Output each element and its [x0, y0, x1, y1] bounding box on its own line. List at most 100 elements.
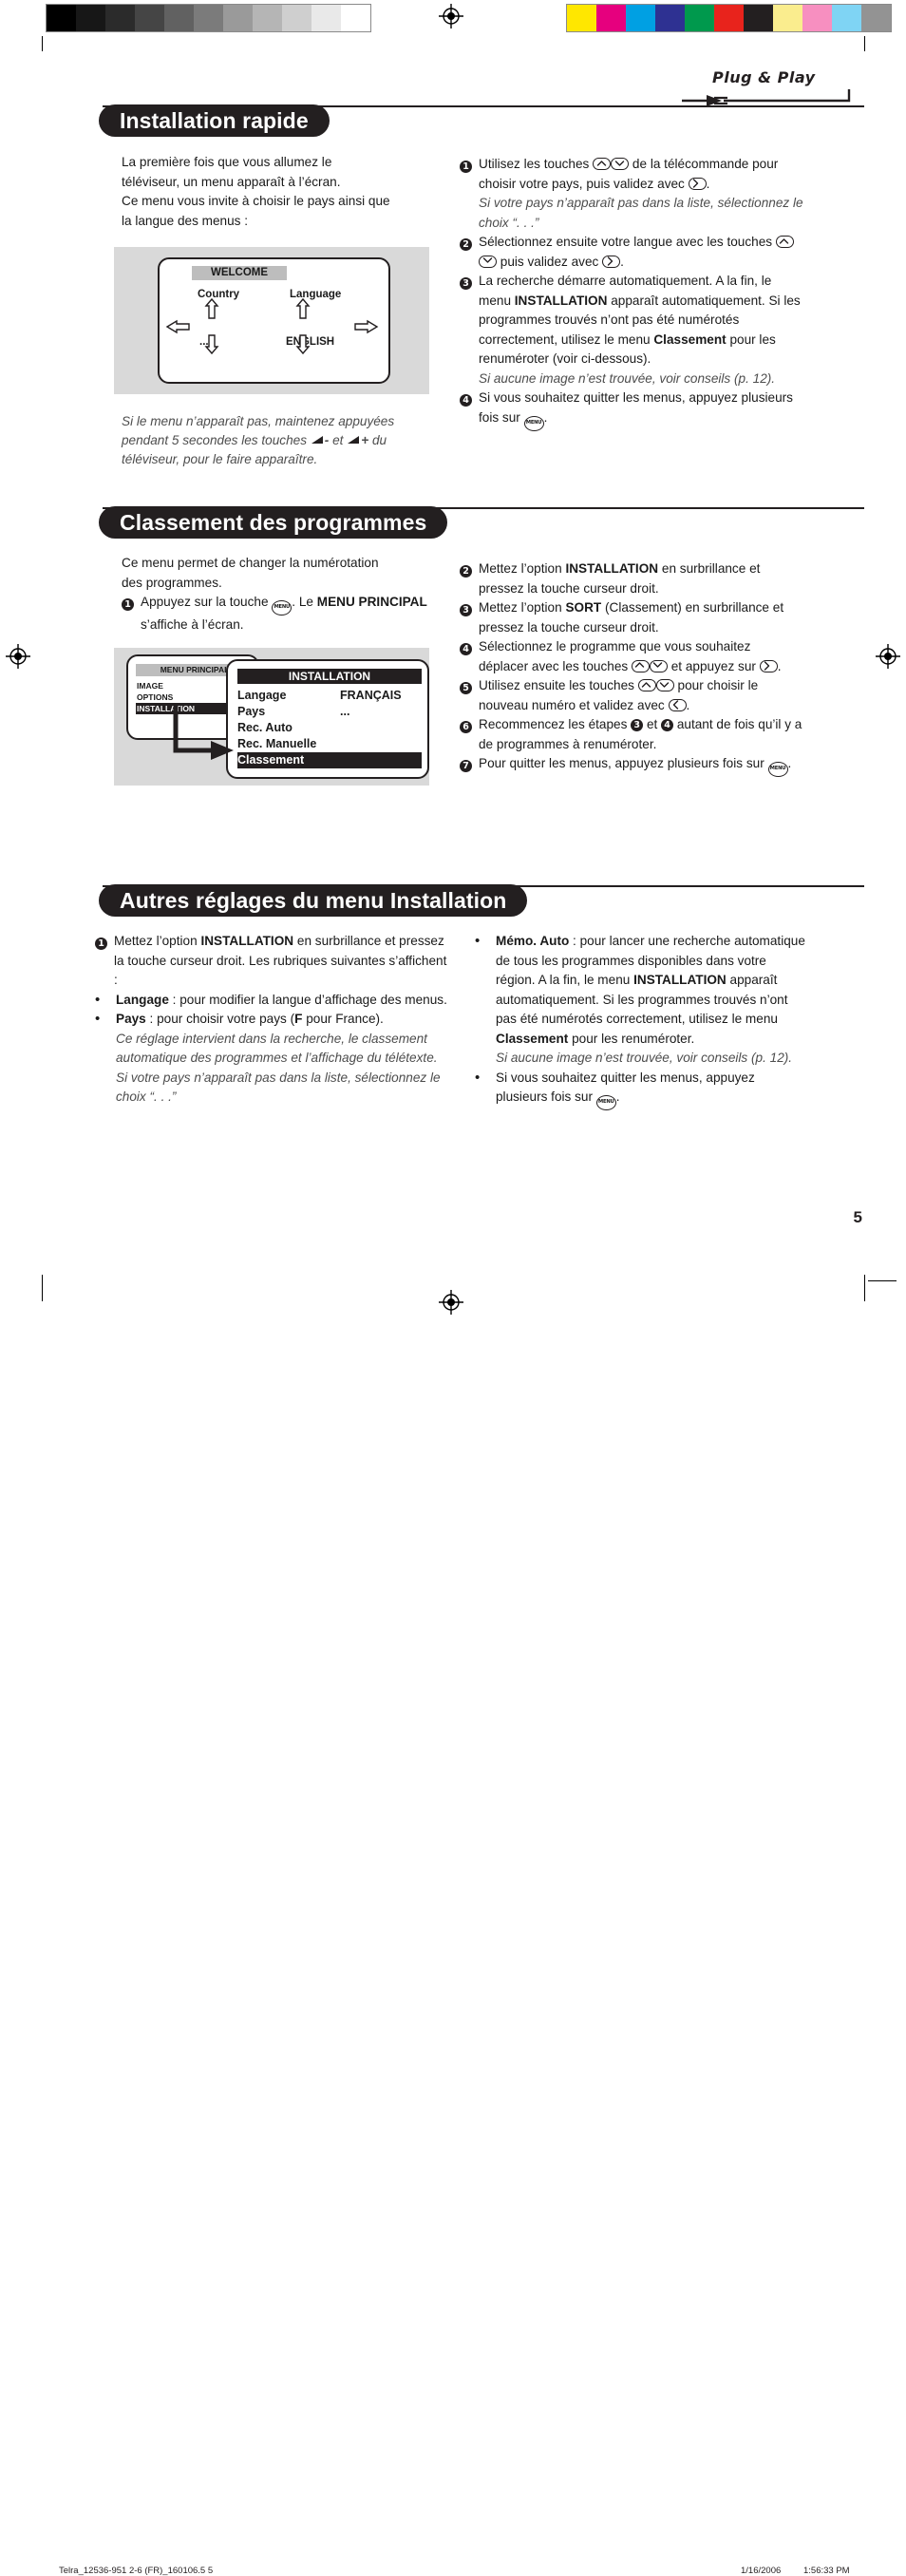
- gray-swatch: [135, 5, 164, 31]
- color-swatch: [655, 5, 685, 31]
- step-text: Sélectionnez le programme que vous souha…: [479, 639, 782, 673]
- step-text: Mettez l’option SORT (Classement) en sur…: [479, 600, 784, 635]
- step-text: Recommencez les étapes 3 et 4 autant de …: [479, 717, 802, 751]
- step-text: Pays : pour choisir votre pays (F pour F…: [116, 1010, 448, 1108]
- installation-menu-row[interactable]: Langage FRANÇAIS: [237, 688, 422, 704]
- step-marker: 1: [460, 155, 479, 177]
- step-number-badge: 1: [122, 598, 134, 611]
- grayscale-calibration-bar: [46, 4, 371, 32]
- step-marker: 2: [460, 559, 479, 581]
- note-text: Si aucune image n’est trouvée, voir cons…: [479, 370, 776, 386]
- menu-row-value: [340, 752, 422, 768]
- gray-swatch: [311, 5, 341, 31]
- step-text: Mémo. Auto : pour lancer une recherche a…: [496, 932, 809, 1069]
- step-number-badge: 6: [460, 721, 472, 733]
- cursor-down-key-icon: [655, 679, 674, 691]
- intro-paragraph-2: Ce menu permet de changer la numérotatio…: [122, 554, 444, 593]
- step-text: Mettez l’option INSTALLATION en surbrill…: [479, 561, 761, 596]
- emphasis-text: INSTALLATION: [565, 561, 659, 576]
- numbered-step: 1 Mettez l’option INSTALLATION en surbril…: [95, 932, 448, 991]
- step-text: Langage : pour modifier la langue d’affi…: [116, 992, 447, 1007]
- gray-swatch: [341, 5, 370, 31]
- step-text: La recherche démarre automatiquement. A …: [479, 272, 803, 388]
- step-marker: 4: [460, 637, 479, 659]
- step-number-badge: 1: [95, 938, 107, 950]
- intro-line: des programmes.: [122, 575, 222, 590]
- cursor-left-key-icon: [668, 698, 687, 711]
- emphasis-text: Langage: [116, 992, 169, 1007]
- cursor-right-key-icon: [602, 255, 621, 268]
- step-number-badge: 3: [631, 719, 644, 731]
- step-number-badge: 1: [460, 161, 472, 173]
- section-heading-installation-rapide: Installation rapide: [99, 104, 330, 137]
- note-et: et: [332, 432, 344, 447]
- menu-key-icon: MENU: [595, 1095, 616, 1110]
- step-text: Sélectionnez ensuite votre langue avec l…: [479, 233, 803, 272]
- step-marker: 4: [460, 388, 479, 410]
- emphasis-text: Mémo. Auto: [496, 934, 570, 948]
- menu-row-value: ...: [340, 705, 350, 718]
- note-vol-minus: -: [324, 432, 330, 447]
- emphasis-text: MENU PRINCIPAL: [316, 595, 427, 609]
- numbered-step: 5 Utilisez ensuite les touches pour chois…: [460, 676, 803, 715]
- intro-line: La première fois que vous allumez le: [122, 155, 332, 169]
- cursor-down-key-icon: [649, 659, 668, 672]
- cursor-up-key-icon: [593, 158, 612, 170]
- section-3-right-column: • Mémo. Auto : pour lancer une recherche …: [475, 932, 809, 1110]
- emphasis-text: Classement: [653, 331, 727, 347]
- volume-up-icon: [347, 432, 361, 451]
- intro-line: Ce menu permet de changer la numérotatio…: [122, 556, 379, 570]
- gray-swatch: [253, 5, 282, 31]
- installation-menu-row[interactable]: Pays...: [237, 704, 422, 720]
- note-text: Si votre pays n’apparaît pas dans la lis…: [479, 196, 803, 230]
- bullet-marker: •: [95, 991, 101, 1008]
- color-swatch: [744, 5, 773, 31]
- menu-row-value: [340, 736, 422, 752]
- emphasis-text: INSTALLATION: [514, 293, 608, 308]
- page-number: 5: [853, 1208, 862, 1226]
- numbered-step: 7 Pour quitter les menus, appuyez plusieu…: [460, 754, 803, 777]
- footer-time: 1:56:33 PM: [803, 2566, 850, 2576]
- gray-swatch: [76, 5, 105, 31]
- numbered-step: 4 Sélectionnez le programme que vous souh…: [460, 637, 803, 676]
- step-text: Si vous souhaitez quitter les menus, app…: [479, 388, 803, 431]
- step-number-badge: 7: [460, 760, 472, 772]
- step-number-badge: 3: [460, 277, 472, 290]
- color-swatch: [596, 5, 626, 31]
- gray-swatch: [47, 5, 76, 31]
- installation-menu-row[interactable]: Rec. Auto: [237, 720, 422, 736]
- color-swatch: [832, 5, 861, 31]
- plug-and-play-label: Plug & Play: [712, 68, 816, 86]
- installation-menu-row[interactable]: Rec. Manuelle: [237, 736, 422, 752]
- color-swatch: [626, 5, 655, 31]
- gray-swatch: [194, 5, 223, 31]
- color-swatch: [861, 5, 891, 31]
- color-calibration-bar: [566, 4, 892, 32]
- step-text: Utilisez les touches de la télécommande …: [479, 155, 803, 233]
- color-swatch: [567, 5, 596, 31]
- color-swatch: [685, 5, 714, 31]
- step-marker: 2: [460, 233, 479, 255]
- page-footer: Telra_12536-951 2-6 (FR)_160106.5 5 1/16…: [0, 1264, 906, 2576]
- step-number-badge: 2: [460, 565, 472, 578]
- menu-row-value: FRANÇAIS: [340, 689, 402, 702]
- installation-menu-row[interactable]: Classement: [237, 752, 422, 768]
- document-page: Plug & Play Installation rapide La premi…: [0, 0, 906, 2576]
- welcome-tv-screen: WELCOME Country Language ... ENGLISH: [158, 257, 390, 384]
- step-number-badge: 5: [460, 682, 472, 694]
- color-swatch: [802, 5, 832, 31]
- section-2-right-column: 2 Mettez l’option INSTALLATION en surbril…: [460, 559, 803, 777]
- gray-swatch: [164, 5, 194, 31]
- step-number-badge: 3: [460, 604, 472, 616]
- volume-down-icon: [311, 432, 325, 451]
- section-heading-autres-reglages: Autres réglages du menu Installation: [99, 884, 528, 917]
- crop-mark-right: [864, 36, 865, 51]
- bullet-marker: •: [95, 1011, 101, 1027]
- menu-row-label: Langage: [237, 689, 287, 702]
- section-1-right-column: 1 Utilisez les touches de la télécommande…: [460, 155, 803, 431]
- emphasis-text: INSTALLATION: [633, 973, 727, 987]
- intro-line: Ce menu vous invite à choisir le pays ai…: [122, 194, 390, 208]
- registration-mark-left: [6, 644, 30, 669]
- section-heading-classement: Classement des programmes: [99, 506, 448, 539]
- bullet-item: • Mémo. Auto : pour lancer une recherche …: [475, 932, 809, 1069]
